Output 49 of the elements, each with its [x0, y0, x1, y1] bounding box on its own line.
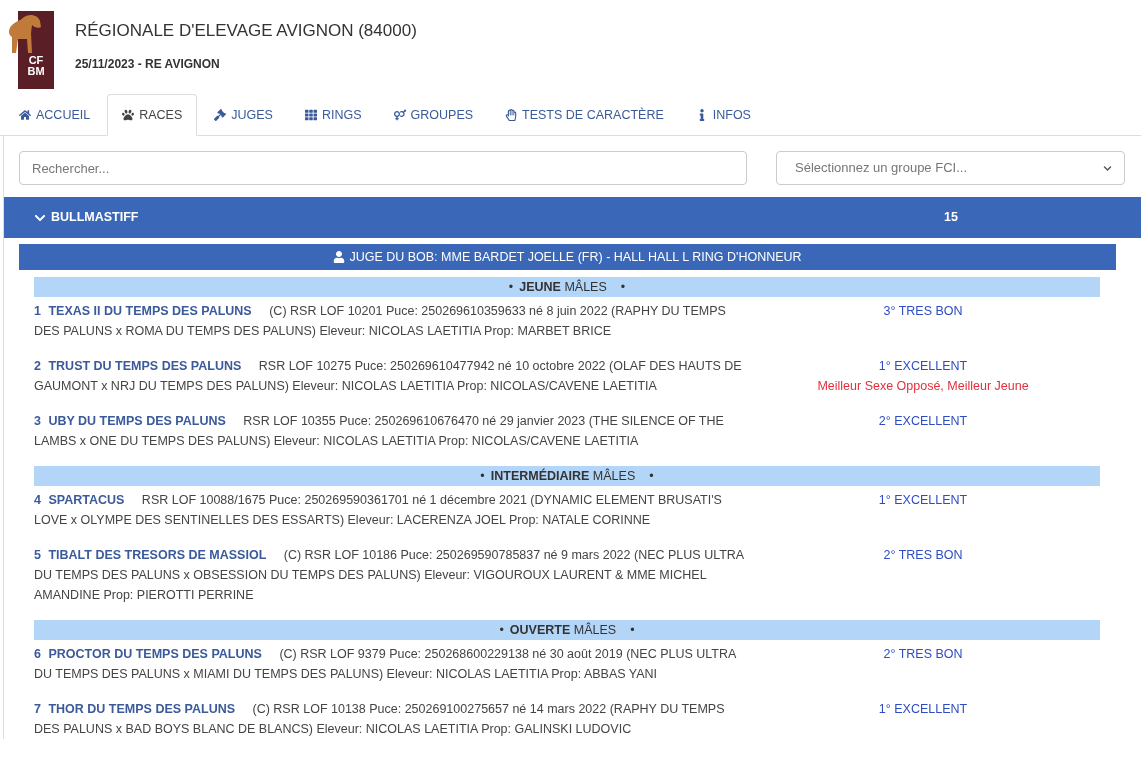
result: 2° TRES BON — [883, 646, 963, 663]
bullet: • — [508, 278, 514, 296]
bullet: • — [480, 467, 485, 485]
bullet: • — [629, 621, 635, 639]
breed-header[interactable]: BULLMASTIFF 15 — [4, 197, 1141, 238]
gavel-icon — [214, 109, 227, 121]
class-title: JEUNE MÂLES — [519, 278, 607, 296]
page-title: RÉGIONALE D'ELEVAGE AVIGNON (84000) — [75, 19, 417, 42]
caret-icon — [1103, 163, 1112, 173]
dog-entry: 1 TEXAS II DU TEMPS DES PALUNS (C) RSR LOF 10201 Puce: 250269610359633 né 8 juin 2022 (RAPHY DU TEMPS DES PALUNS x ROMA DU TEMPS DES PALUNS) Eleveur: NICOLAS LAETITIA Prop: MARBET BRICE — [34, 303, 727, 340]
breed-name: BULLMASTIFF — [51, 209, 139, 227]
nav-tab[interactable]: GROUPES — [378, 94, 489, 136]
nav-tab[interactable]: TESTS DE CARACTÈRE — [490, 94, 679, 136]
dog-entry: 2 TRUST DU TEMPS DES PALUNS RSR LOF 10275 Puce: 250269610477942 né 10 octobre 2022 (OLAF DES HAUTS DE GAUMONT x NRJ DU TEMPS DES PALUNS) Eleveur: NICOLAS LAETITIA Prop: NICOLAS/CAVENE LAETITIA — [34, 358, 743, 395]
result: 1° EXCELLENT — [878, 358, 968, 375]
judge-text: JUGE DU BOB: MME BARDET JOELLE (FR) - HALL HALL L RING D'HONNEUR — [349, 248, 802, 266]
class-title: OUVERTE MÂLES — [509, 621, 617, 639]
result: 1° EXCELLENT — [878, 701, 968, 718]
page-subtitle: 25/11/2023 - RE AVIGNON — [75, 56, 221, 74]
bullet: • — [619, 278, 626, 296]
grid-icon — [304, 109, 317, 121]
dog-entry: 4 SPARTACUS RSR LOF 10088/1675 Puce: 250269590361701 né 1 décembre 2021 (DYNAMIC ELEMENT BRUSATI'S LOVE x OLYMPE DES SENTINELLES DES ESSARTS) Eleveur: LACERENZA JOEL Prop: NATALE CORINNE — [34, 492, 723, 529]
paw-icon — [122, 109, 135, 121]
nav-tab[interactable]: RINGS — [289, 94, 377, 136]
hand-icon — [505, 109, 518, 121]
result: 1° EXCELLENT — [878, 492, 968, 509]
logo-text: CF — [28, 54, 44, 66]
nav-tab[interactable]: JUGES — [199, 94, 288, 136]
dog-entry: 7 THOR DU TEMPS DES PALUNS (C) RSR LOF 10138 Puce: 250269100275657 né 14 mars 2022 (RAPHY DU TEMPS DES PALUNS x BAD BOYS BLANC DE BLANCS) Eleveur: NICOLAS LAETITIA Prop: GALINSKI LUDOVIC — [34, 701, 726, 738]
result: 2° TRES BON — [883, 547, 963, 564]
nav-tab[interactable]: RACES — [107, 94, 198, 136]
dog-entry: 5 TIBALT DES TRESORS DE MASSIOL (C) RSR LOF 10186 Puce: 250269590785837 né 9 mars 2022 (NEC PLUS ULTRA DU TEMPS DES PALUNS x OBSESSION DU TEMPS DES PALUNS) Eleveur: VIGOUROUX LAURENT & MME MICHEL AMANDINE Prop: PIEROTTI PERRINE — [34, 547, 745, 604]
result: 2° EXCELLENT — [878, 413, 968, 430]
dog-entry: 3 UBY DU TEMPS DES PALUNS RSR LOF 10355 Puce: 250269610676470 né 29 janvier 2023 (THE SILENCE OF THE LAMBS x ONE DU TEMPS DES PALUNS) Eleveur: NICOLAS LAETITIA Prop: NICOLAS/CAVENE LAETITIA — [34, 413, 725, 450]
nav-tab[interactable]: INFOS — [680, 94, 766, 136]
class-title: INTERMÉDIAIRE MÂLES — [490, 467, 636, 485]
entry-count: 15 — [942, 209, 959, 227]
award: Meilleur Sexe Opposé, Meilleur Jeune — [817, 378, 1029, 395]
nav-tab[interactable]: ACCUEIL — [4, 94, 106, 136]
gender-icon — [393, 109, 406, 121]
search-field[interactable]: Rechercher... — [19, 151, 747, 185]
bullet: • — [648, 467, 654, 485]
home-icon — [19, 109, 31, 121]
logo-text: BM — [27, 65, 45, 77]
result: 3° TRES BON — [883, 303, 963, 320]
bullet: • — [499, 621, 504, 639]
user-icon — [333, 251, 346, 263]
dog-entry: 6 PROCTOR DU TEMPS DES PALUNS (C) RSR LOF 9379 Puce: 250268600229138 né 30 août 2019 (NEC PLUS ULTRA DU TEMPS DES PALUNS x MIAMI DU TEMPS DES PALUNS) Eleveur: NICOLAS LAETITIA Prop: ABBAS YANI — [34, 646, 737, 683]
fci-group-select[interactable]: Sélectionnez un groupe FCI... — [776, 151, 1125, 185]
